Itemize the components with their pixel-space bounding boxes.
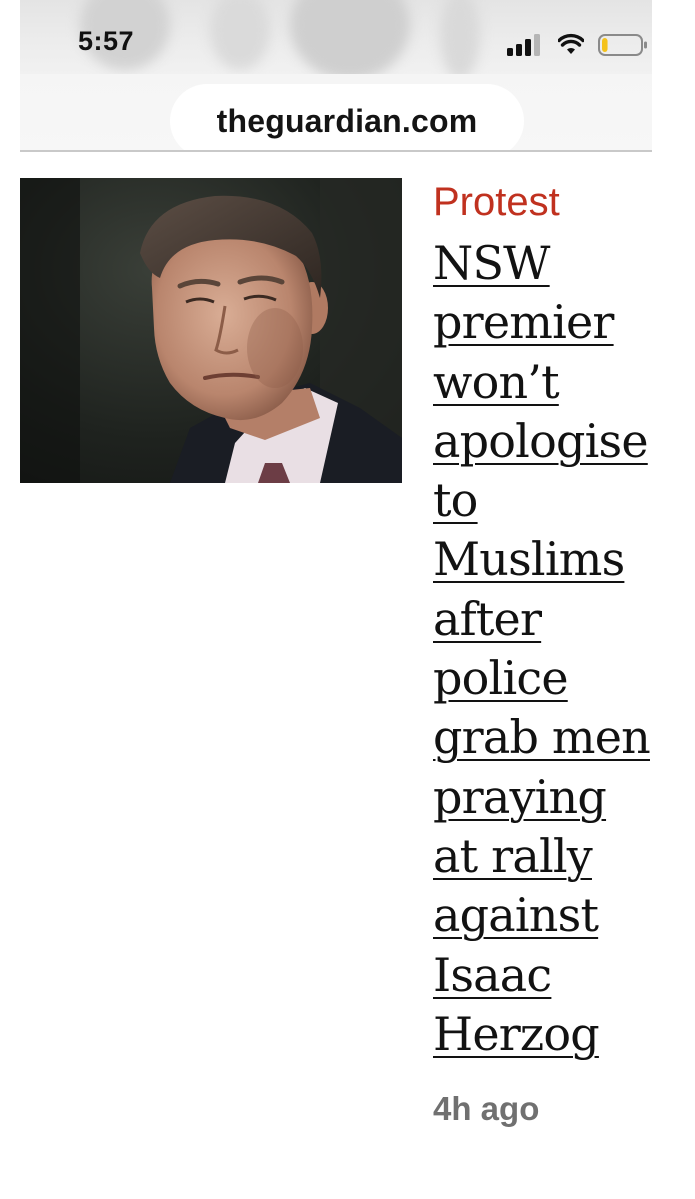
headline-line[interactable]: NSW [433,234,683,293]
article-headline[interactable]: NSW premier won’t apologise to Muslims after po… [433,234,683,1064]
headline-line[interactable]: praying [433,768,683,827]
address-bar-url: theguardian.com [216,102,478,139]
status-time: 5:57 [78,26,135,56]
headline-line[interactable]: to [433,471,683,530]
wifi-icon [558,33,584,54]
status-bar: 5:57 [20,0,652,74]
headline-line[interactable]: won’t [433,353,683,412]
headline-line[interactable]: grab men [433,708,683,767]
article-thumbnail[interactable] [20,178,402,483]
headline-line[interactable]: Herzog [433,1005,683,1064]
headline-line[interactable]: against [433,886,683,945]
article-kicker[interactable]: Protest [433,178,560,226]
headline-line[interactable]: police [433,649,683,708]
headline-line[interactable]: premier [433,293,683,352]
address-bar[interactable]: theguardian.com [170,84,524,158]
headline-line[interactable]: after [433,590,683,649]
headline-line[interactable]: Isaac [433,946,683,1005]
headline-line[interactable]: Muslims [433,530,683,589]
article-timestamp: 4h ago [433,1090,540,1127]
portrait-photo [20,178,402,483]
battery-icon [598,34,647,56]
headline-line[interactable]: apologise [433,412,683,471]
headline-line[interactable]: at rally [433,827,683,886]
divider [20,150,652,152]
address-bar-area: theguardian.com [20,74,652,158]
cellular-signal-icon [507,34,540,56]
